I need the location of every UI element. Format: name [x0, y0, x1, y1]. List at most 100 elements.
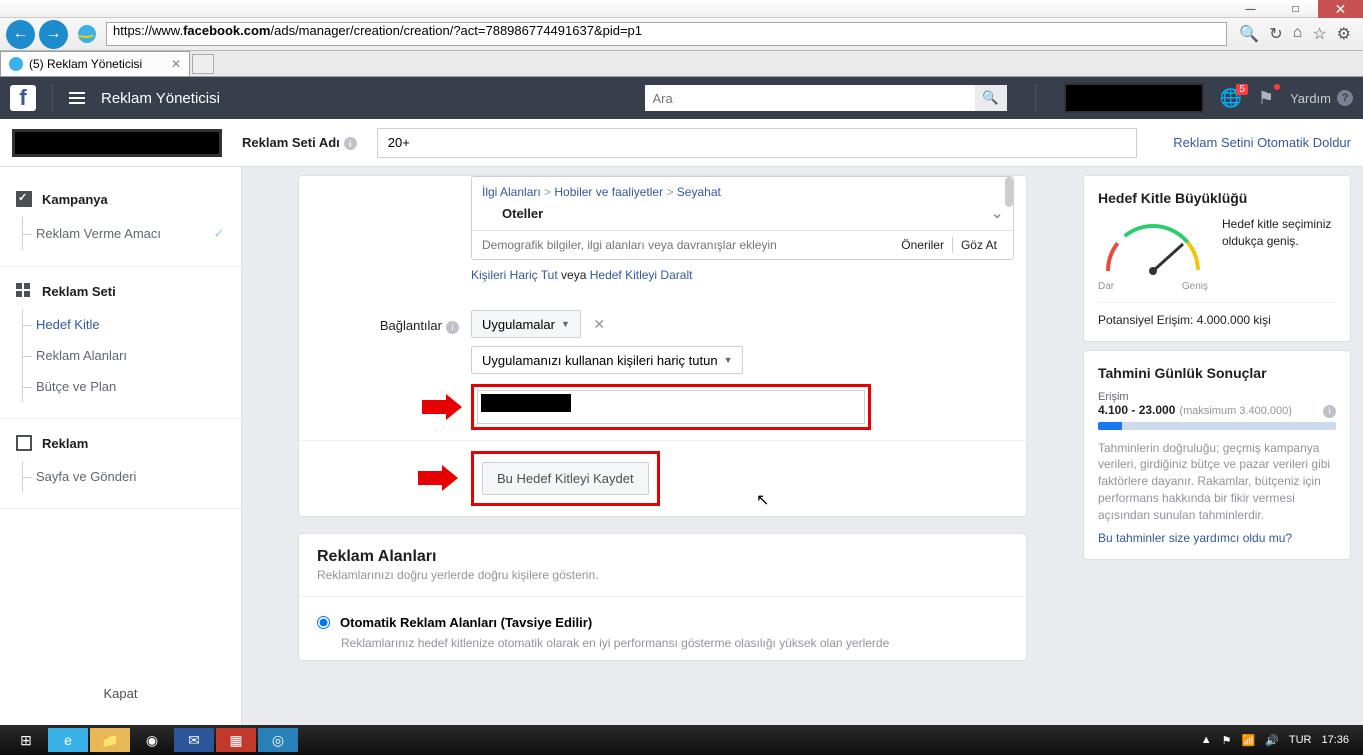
adset-icon — [16, 283, 32, 299]
taskbar-app2[interactable]: ◎ — [258, 728, 298, 752]
gauge-low: Dar — [1098, 281, 1114, 292]
ad-account-selector[interactable] — [12, 129, 222, 157]
detailed-targeting-box: İlgi Alanları > Hobiler ve faaliyetler >… — [471, 176, 1014, 260]
crumb-interests[interactable]: İlgi Alanları — [482, 185, 541, 199]
search-input[interactable] — [645, 85, 975, 111]
help-label: Yardım — [1290, 91, 1331, 106]
app-search-input[interactable] — [575, 396, 775, 420]
taskbar-app1[interactable]: ▦ — [216, 728, 256, 752]
nav-adset-label: Reklam Seti — [42, 284, 116, 299]
estimate-max: (maksimum 3.400.000) — [1179, 405, 1292, 417]
nav-placements[interactable]: Reklam Alanları — [10, 340, 231, 371]
auto-placements-label: Otomatik Reklam Alanları (Tavsiye Edilir… — [340, 615, 592, 630]
nav-budget[interactable]: Bütçe ve Plan — [10, 371, 231, 402]
start-button[interactable]: ⊞ — [6, 728, 46, 752]
search-icon[interactable]: 🔍 — [1239, 24, 1259, 44]
notifications-globe-icon[interactable]: 🌐5 — [1220, 88, 1242, 109]
close-button[interactable]: Kapat — [10, 676, 231, 711]
remove-connection-icon[interactable]: ✕ — [593, 316, 605, 332]
browse-link[interactable]: Göz At — [955, 238, 1003, 252]
exclude-link[interactable]: Kişileri Hariç Tut — [471, 268, 558, 282]
window-close[interactable]: ✕ — [1318, 0, 1363, 18]
ie-icon — [78, 25, 96, 43]
nav-audience[interactable]: Hedef Kitle — [10, 309, 231, 340]
tools-icon[interactable]: ⚙ — [1337, 24, 1351, 44]
nav-adset[interactable]: Reklam Seti — [10, 273, 231, 309]
connection-type-select[interactable]: Uygulamalar ▼ — [471, 310, 581, 338]
tray-clock[interactable]: 17:36 — [1321, 734, 1349, 746]
crumb-hobbies[interactable]: Hobiler ve faaliyetler — [554, 185, 663, 199]
narrow-link[interactable]: Hedef Kitleyi Daralt — [590, 268, 693, 282]
url-path: /ads/manager/creation/creation/?act=7889… — [271, 23, 643, 38]
scrollbar[interactable] — [1005, 177, 1013, 207]
auto-placements-radio[interactable] — [317, 616, 330, 629]
or-text: veya — [561, 268, 586, 282]
fb-logo[interactable]: f — [10, 85, 36, 111]
gauge-high: Geniş — [1182, 281, 1208, 292]
connections-label: Bağlantılari — [311, 310, 471, 334]
tray-volume-icon[interactable]: 🔊 — [1265, 734, 1279, 747]
auto-placements-desc: Reklamlarınız hedef kitlenize otomatik o… — [299, 636, 1026, 660]
home-icon[interactable]: ⌂ — [1293, 24, 1303, 44]
nav-item-label: Reklam Verme Amacı — [36, 226, 161, 241]
search-button[interactable]: 🔍 — [975, 85, 1007, 111]
nav-forward-button[interactable]: → — [39, 20, 68, 49]
nav-item-label: Sayfa ve Gönderi — [36, 469, 136, 484]
new-tab-button[interactable] — [192, 54, 214, 74]
selected-app-pill[interactable] — [481, 394, 571, 412]
taskbar-outlook[interactable]: ✉ — [174, 728, 214, 752]
sub-header: Reklam Seti Adıi Reklam Setini Otomatik … — [0, 119, 1363, 167]
nav-campaign[interactable]: Kampanya — [10, 181, 231, 217]
notif-dot — [1274, 84, 1280, 90]
tab-title: (5) Reklam Yöneticisi — [29, 57, 142, 71]
info-icon[interactable]: i — [1323, 405, 1336, 418]
tray-lang[interactable]: TUR — [1289, 734, 1312, 746]
taskbar-explorer[interactable]: 📁 — [90, 728, 130, 752]
audience-size-title: Hedef Kitle Büyüklüğü — [1098, 190, 1336, 206]
taskbar: ⊞ e 📁 ◉ ✉ ▦ ◎ ▲ ⚑ 📶 🔊 TUR 17:36 — [0, 725, 1363, 755]
auto-fill-link[interactable]: Reklam Setini Otomatik Doldur — [1173, 135, 1351, 150]
info-icon[interactable]: i — [344, 137, 357, 150]
chevron-down-icon[interactable]: ⌄ — [991, 205, 1003, 222]
adset-name-input[interactable] — [377, 128, 1137, 158]
help-link[interactable]: Yardım ? — [1290, 90, 1353, 106]
gauge-meter: Dar Geniş — [1098, 216, 1208, 292]
nav-back-button[interactable]: ← — [6, 20, 35, 49]
connection-option-select[interactable]: Uygulamanızı kullanan kişileri hariç tut… — [471, 346, 743, 374]
info-icon[interactable]: i — [446, 321, 459, 334]
window-maximize[interactable]: □ — [1273, 0, 1318, 18]
targeting-input[interactable] — [482, 238, 895, 252]
ad-icon — [16, 435, 32, 451]
window-minimize[interactable]: — — [1228, 0, 1273, 18]
nav-campaign-objective[interactable]: Reklam Verme Amacı ✓ — [10, 217, 231, 250]
menu-icon[interactable] — [69, 92, 85, 104]
feedback-link[interactable]: Bu tahminler size yardımcı oldu mu? — [1098, 531, 1336, 545]
caret-down-icon: ▼ — [724, 355, 733, 365]
tray-up-icon[interactable]: ▲ — [1201, 734, 1212, 746]
url-domain: facebook.com — [183, 23, 270, 38]
refresh-icon[interactable]: ↻ — [1269, 24, 1282, 44]
right-column: Hedef Kitle Büyüklüğü Dar Geniş He — [1083, 167, 1363, 725]
check-icon: ✓ — [213, 225, 225, 242]
campaign-icon — [16, 191, 32, 207]
tray-flag-icon[interactable]: ⚑ — [1222, 734, 1232, 747]
nav-page-post[interactable]: Sayfa ve Gönderi — [10, 461, 231, 492]
tab-close-icon[interactable]: ✕ — [171, 57, 181, 71]
audience-size-text: Hedef kitle seçiminiz oldukça geniş. — [1222, 216, 1336, 250]
caret-down-icon: ▼ — [561, 319, 570, 329]
favorites-icon[interactable]: ☆ — [1312, 24, 1326, 44]
crumb-travel[interactable]: Seyahat — [677, 185, 721, 199]
taskbar-ie[interactable]: e — [48, 728, 88, 752]
taskbar-chrome[interactable]: ◉ — [132, 728, 172, 752]
url-input[interactable]: https://www.facebook.com/ads/manager/cre… — [106, 22, 1227, 46]
suggestions-link[interactable]: Öneriler — [895, 238, 950, 252]
notifications-flag-icon[interactable]: ⚑ — [1258, 88, 1274, 109]
account-selector[interactable] — [1064, 83, 1204, 113]
placements-title: Reklam Alanları — [299, 534, 1026, 568]
estimates-title: Tahmini Günlük Sonuçlar — [1098, 365, 1336, 381]
arrow-icon — [418, 465, 458, 491]
save-audience-button[interactable]: Bu Hedef Kitleyi Kaydet — [482, 462, 649, 495]
browser-tab[interactable]: (5) Reklam Yöneticisi ✕ — [0, 51, 190, 76]
tray-network-icon[interactable]: 📶 — [1241, 734, 1255, 747]
nav-ad[interactable]: Reklam — [10, 425, 231, 461]
